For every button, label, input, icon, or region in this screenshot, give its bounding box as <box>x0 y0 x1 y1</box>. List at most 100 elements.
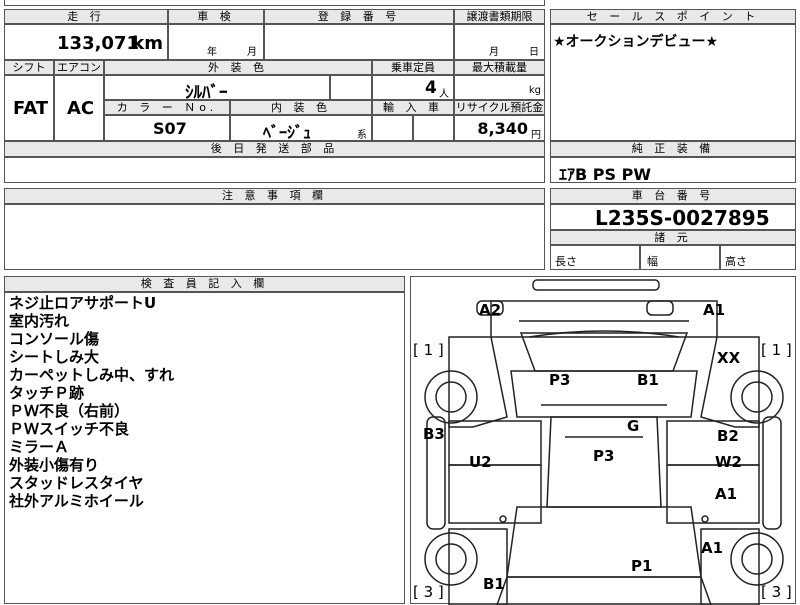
color-number-value: S07 <box>153 119 187 138</box>
width-cell: 幅 <box>640 245 720 270</box>
bracket-right-bottom: [ 3 ] <box>761 583 792 601</box>
inspector-note-line: ＰＷ不良（右前） <box>9 402 130 420</box>
sales-point-cell: ★オークションデビュー★ <box>550 24 796 141</box>
mark-b2: B2 <box>717 427 739 445</box>
interior-color-header: 内 装 色 <box>230 100 372 115</box>
inspection-month-label: 月 <box>247 47 257 58</box>
length-label: 長さ <box>555 255 577 268</box>
later-parts-cell <box>4 157 545 183</box>
inspector-note-line: スタッドレスタイヤ <box>9 474 144 492</box>
mark-p3-upper: P3 <box>549 371 571 389</box>
transfer-deadline-header: 譲渡書類期限 <box>454 9 545 24</box>
exterior-color-header: 外 装 色 <box>104 60 372 75</box>
recycle-deposit-value: 8,340 <box>477 119 528 138</box>
mark-b1-lower: B1 <box>483 575 505 593</box>
mark-p1: P1 <box>631 557 653 575</box>
ac-header: エアコン <box>54 60 104 75</box>
chassis-number-header: 車 台 番 号 <box>550 188 796 204</box>
shift-header: シフト <box>4 60 54 75</box>
interior-color-suffix: 系 <box>357 130 367 141</box>
mark-a1-right: A1 <box>715 485 738 503</box>
import-car-cell-a <box>372 115 413 141</box>
length-cell: 長さ <box>550 245 640 270</box>
recycle-deposit-header: リサイクル預託金 <box>454 100 545 115</box>
ac-cell: AC <box>54 75 104 141</box>
shift-value: FAT <box>13 98 49 119</box>
recycle-deposit-unit: 円 <box>531 130 541 141</box>
mark-p3-center: P3 <box>593 447 615 465</box>
caution-header: 注 意 事 項 欄 <box>4 188 545 204</box>
seating-capacity-unit: 人 <box>439 89 449 100</box>
standard-equipment-text: ｴｱB PS PW <box>559 165 651 184</box>
inspector-note-line: タッチＰ跡 <box>9 384 85 402</box>
transfer-deadline-cell: 月 日 <box>454 24 545 60</box>
later-parts-header: 後 日 発 送 部 品 <box>4 141 545 157</box>
mark-g: G <box>627 417 640 435</box>
mark-b3: B3 <box>423 425 445 443</box>
inspector-notes-list: ネジ止ロアサポートU 室内汚れ コンソール傷 シートしみ大 カーペットしみ中、すれ タッチ… <box>9 294 174 510</box>
inspector-note-line: ネジ止ロアサポートU <box>9 294 157 312</box>
registration-cell <box>264 24 454 60</box>
standard-equipment-header: 純 正 装 備 <box>550 141 796 157</box>
seating-capacity-value: 4 <box>425 78 437 98</box>
inspector-note-line: カーペットしみ中、すれ <box>9 366 175 384</box>
exterior-color-extra-cell <box>330 75 372 100</box>
transfer-month-label: 月 <box>489 47 499 58</box>
inspector-note-line: 室内汚れ <box>9 312 70 330</box>
max-load-cell: kg <box>454 75 545 100</box>
bracket-right-top: [ 1 ] <box>761 341 792 359</box>
interior-color-cell: ﾍﾞｰｼﾞｭ 系 <box>230 115 372 142</box>
mileage-value: 133,071 <box>57 33 139 54</box>
inspector-notes-cell: ネジ止ロアサポートU 室内汚れ コンソール傷 シートしみ大 カーペットしみ中、すれ タッチ… <box>4 292 405 604</box>
bracket-left-bottom: [ 3 ] <box>413 583 444 601</box>
inspector-notes-header: 検 査 員 記 入 欄 <box>4 276 405 292</box>
seating-capacity-header: 乗車定員 <box>372 60 454 75</box>
mileage-header: 走 行 <box>4 9 168 24</box>
mileage-unit: km <box>132 33 163 54</box>
inspector-note-line: コンソール傷 <box>9 330 100 348</box>
inspection-header: 車 検 <box>168 9 264 24</box>
shift-cell: FAT <box>4 75 54 141</box>
exterior-color-cell: ｼﾙﾊﾞｰ <box>104 75 330 103</box>
mark-xx: XX <box>717 349 741 367</box>
inspector-note-line: シートしみ大 <box>9 348 100 366</box>
max-load-unit: kg <box>528 85 541 96</box>
color-number-cell: S07 <box>104 115 230 141</box>
ac-value: AC <box>67 98 95 119</box>
height-cell: 高さ <box>720 245 796 270</box>
width-label: 幅 <box>647 255 658 268</box>
inspector-note-line: ミラーＡ <box>9 438 70 456</box>
inspector-note-line: 社外アルミホイール <box>9 492 144 510</box>
mileage-cell: 133,071 km <box>4 24 168 60</box>
caution-cell <box>4 204 545 270</box>
transfer-day-label: 日 <box>529 47 539 58</box>
height-label: 高さ <box>725 255 747 268</box>
mark-u2: U2 <box>469 453 492 471</box>
mark-a1-top: A1 <box>703 301 726 319</box>
top-cutoff-row <box>4 0 545 6</box>
recycle-deposit-cell: 8,340 円 <box>454 115 545 141</box>
inspector-note-line: ＰＷスイッチ不良 <box>9 420 130 438</box>
car-outline-diagram <box>424 279 784 605</box>
inspection-year-label: 年 <box>207 47 217 58</box>
mark-w2: W2 <box>715 453 742 471</box>
chassis-number-cell: L235S-0027895 <box>550 204 796 230</box>
inspection-cell: 年 月 <box>168 24 264 60</box>
registration-header: 登 録 番 号 <box>264 9 454 24</box>
standard-equipment-cell: ｴｱB PS PW <box>550 157 796 184</box>
inspector-note-line: 外装小傷有り <box>9 456 100 474</box>
import-car-header: 輸 入 車 <box>372 100 454 115</box>
sales-point-text: ★オークションデビュー★ <box>553 34 719 50</box>
max-load-header: 最大積載量 <box>454 60 545 75</box>
seating-capacity-cell: 4 人 <box>372 75 454 100</box>
mark-a2: A2 <box>479 301 502 319</box>
car-diagram-panel: [ 1 ] [ 1 ] [ 3 ] [ 3 ] A2 A1 XX P3 B1 B… <box>410 276 796 605</box>
specifications-header: 諸 元 <box>550 230 796 245</box>
sales-point-header: セ ー ル ス ポ イ ン ト <box>550 9 796 24</box>
mark-b1-upper: B1 <box>637 371 659 389</box>
mark-a1-lower: A1 <box>701 539 724 557</box>
interior-color-value: ﾍﾞｰｼﾞｭ <box>263 123 312 142</box>
chassis-number-value: L235S-0027895 <box>595 206 770 230</box>
import-car-cell-b <box>413 115 454 141</box>
bracket-left-top: [ 1 ] <box>413 341 444 359</box>
